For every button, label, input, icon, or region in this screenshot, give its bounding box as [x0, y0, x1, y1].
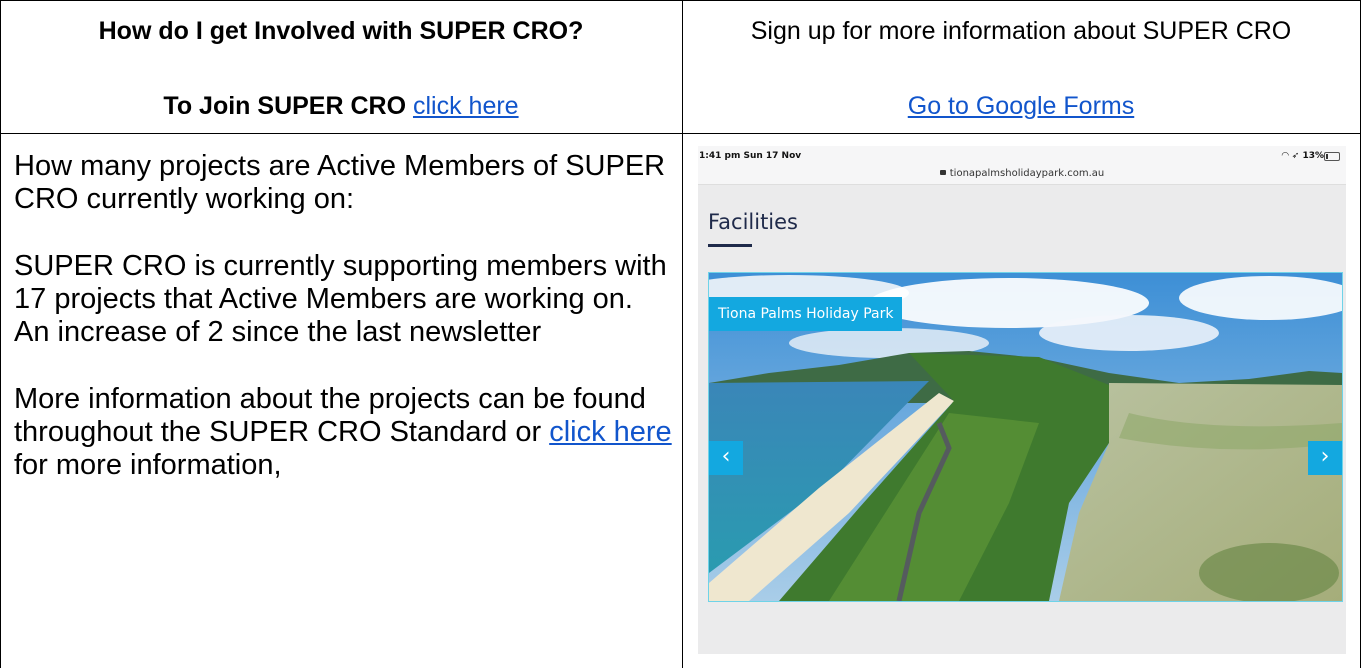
join-line: To Join SUPER CRO click here	[1, 92, 681, 121]
more-info-suffix: for more information,	[14, 449, 282, 481]
website-screenshot: 1:41 pm Sun 17 Nov tionapalmsholidaypark…	[698, 146, 1346, 654]
signup-line: Go to Google Forms	[683, 92, 1359, 121]
battery-percent: 13%	[1302, 151, 1324, 161]
status-time: 1:41 pm Sun 17 Nov	[699, 151, 802, 161]
park-name-badge: Tiona Palms Holiday Park	[709, 297, 903, 331]
table-border-row	[0, 133, 1361, 134]
info-table: How do I get Involved with SUPER CRO? To…	[0, 0, 1361, 668]
more-info-link[interactable]: click here	[549, 416, 672, 448]
facilities-underline	[708, 244, 752, 247]
join-prefix: To Join SUPER CRO	[163, 92, 407, 120]
projects-more-info: More information about the projects can …	[14, 383, 674, 482]
browser-status-bar: 1:41 pm Sun 17 Nov tionapalmsholidaypark…	[698, 146, 1346, 185]
location-icon: ➶	[1291, 151, 1300, 161]
carousel-next-button[interactable]: ›	[1308, 441, 1342, 475]
carousel-prev-button[interactable]: ‹	[709, 441, 743, 475]
google-forms-link[interactable]: Go to Google Forms	[908, 92, 1134, 120]
join-link[interactable]: click here	[413, 92, 519, 120]
join-cell: How do I get Involved with SUPER CRO? To…	[1, 1, 681, 133]
signup-cell: Sign up for more information about SUPER…	[683, 1, 1359, 133]
url-text: tionapalmsholidaypark.com.au	[949, 168, 1105, 179]
projects-summary: SUPER CRO is currently supporting member…	[14, 250, 667, 348]
signup-text: Sign up for more information about SUPER…	[750, 17, 1292, 45]
wifi-icon: ◠	[1281, 151, 1289, 161]
projects-cell: How many projects are Active Members of …	[14, 150, 674, 482]
involved-heading: How do I get Involved with SUPER CRO?	[98, 17, 584, 45]
projects-question: How many projects are Active Members of …	[14, 150, 666, 215]
lock-icon	[939, 170, 946, 175]
status-indicators: ◠ ➶ 13%	[1282, 151, 1324, 161]
url-bar: tionapalmsholidaypark.com.au	[698, 168, 1346, 179]
battery-icon	[1324, 152, 1340, 161]
park-photo-carousel: Tiona Palms Holiday Park ‹ ›	[708, 272, 1343, 602]
facilities-title: Facilities	[708, 210, 798, 234]
